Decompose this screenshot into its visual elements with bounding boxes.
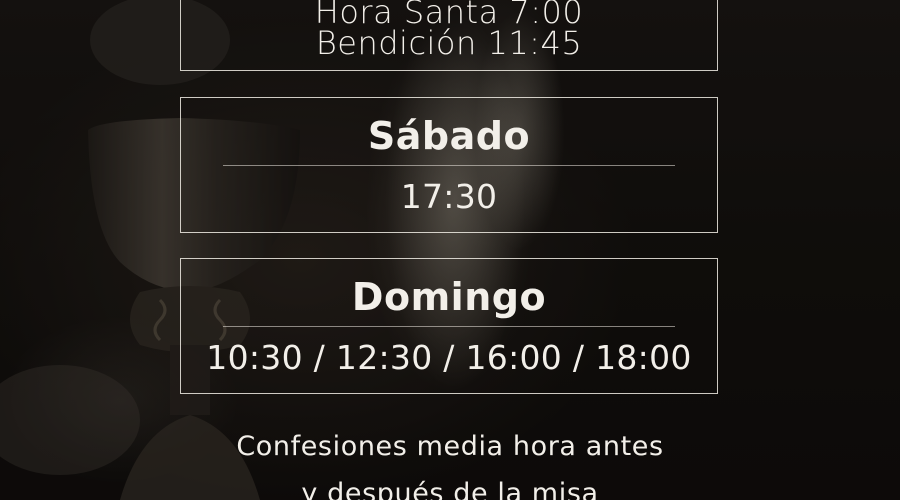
sunday-schedule-box: Domingo 10:30 / 12:30 / 16:00 / 18:00 bbox=[180, 258, 718, 394]
schedule-screen: Hora Santa 7:00 Bendición 11:45 Sábado 1… bbox=[0, 0, 900, 500]
confessions-note-line1: Confesiones media hora antes bbox=[236, 431, 664, 462]
sunday-title: Domingo bbox=[351, 275, 547, 319]
saturday-schedule-box: Sábado 17:30 bbox=[180, 97, 718, 233]
saturday-divider bbox=[223, 165, 675, 166]
sunday-times: 10:30 / 12:30 / 16:00 / 18:00 bbox=[206, 338, 692, 377]
saturday-times: 17:30 bbox=[400, 177, 498, 216]
sunday-divider bbox=[223, 326, 675, 327]
dark-overlay bbox=[0, 0, 900, 500]
weekday-schedule-box: Hora Santa 7:00 Bendición 11:45 bbox=[180, 0, 718, 71]
saturday-title: Sábado bbox=[367, 114, 531, 158]
confessions-note-line2: y después de la misa bbox=[301, 478, 599, 500]
bendicion-text: Bendición 11:45 bbox=[315, 24, 583, 62]
